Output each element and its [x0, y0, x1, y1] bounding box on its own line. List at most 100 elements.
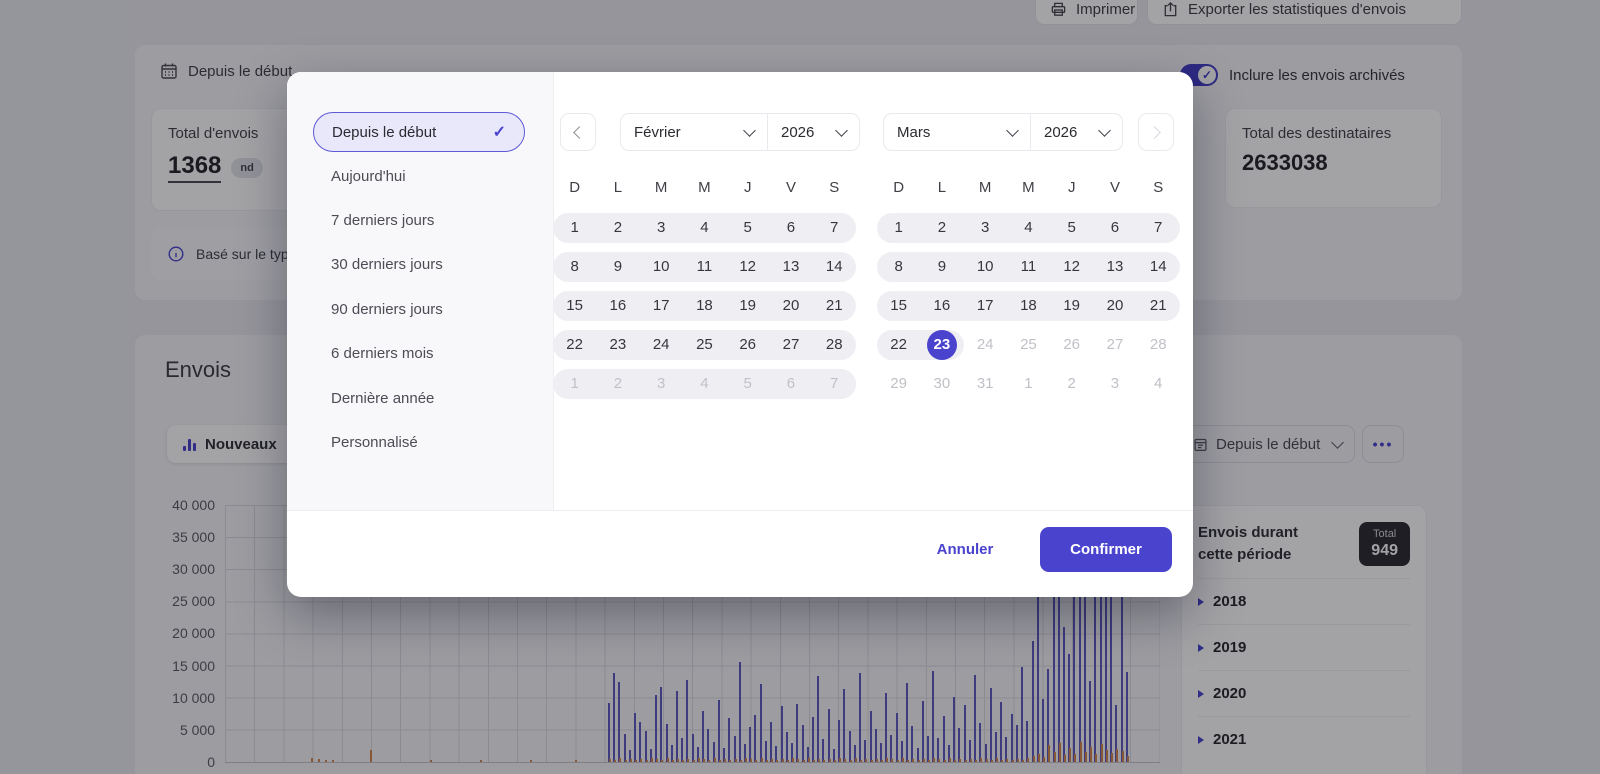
preset-7-derniers-jours[interactable]: 7 derniers jours	[331, 212, 434, 229]
day-cell[interactable]: 2	[1050, 369, 1093, 399]
day-cell[interactable]: 16	[596, 291, 639, 321]
day-cell[interactable]: 3	[640, 369, 683, 399]
day-cell[interactable]: 3	[1093, 369, 1136, 399]
chevron-left-icon	[573, 126, 586, 139]
day-cell[interactable]: 2	[596, 369, 639, 399]
day-cell[interactable]: 26	[726, 330, 769, 360]
day-cell[interactable]: 11	[1007, 252, 1050, 282]
day-cell[interactable]: 4	[1137, 369, 1180, 399]
preset-personnalis[interactable]: Personnalisé	[331, 434, 418, 451]
day-cell[interactable]: 26	[1050, 330, 1093, 360]
day-cell[interactable]: 22	[877, 330, 920, 360]
day-selected[interactable]: 23	[920, 330, 963, 360]
year-select-0[interactable]: 2026	[768, 114, 859, 150]
day-cell[interactable]: 27	[769, 330, 812, 360]
day-cell[interactable]: 28	[1137, 330, 1180, 360]
preset-derni-re-ann-e[interactable]: Dernière année	[331, 390, 434, 407]
day-cell[interactable]: 1	[553, 369, 596, 399]
day-cell[interactable]: 30	[920, 369, 963, 399]
day-header: V	[769, 173, 812, 203]
day-cell[interactable]: 21	[813, 291, 856, 321]
day-cell[interactable]: 20	[769, 291, 812, 321]
day-cell[interactable]: 7	[813, 213, 856, 243]
prev-month-button[interactable]	[560, 113, 596, 151]
day-cell[interactable]: 20	[1093, 291, 1136, 321]
day-cell[interactable]: 13	[769, 252, 812, 282]
day-cell[interactable]: 2	[920, 213, 963, 243]
day-cell[interactable]: 6	[1093, 213, 1136, 243]
day-header: V	[1093, 173, 1136, 203]
day-cell[interactable]: 14	[1137, 252, 1180, 282]
day-cell[interactable]: 11	[683, 252, 726, 282]
day-cell[interactable]: 9	[920, 252, 963, 282]
day-cell[interactable]: 21	[1137, 291, 1180, 321]
day-cell[interactable]: 13	[1093, 252, 1136, 282]
day-header: L	[920, 173, 963, 203]
day-cell[interactable]: 19	[726, 291, 769, 321]
day-cell[interactable]: 6	[769, 369, 812, 399]
day-cell[interactable]: 24	[964, 330, 1007, 360]
day-cell[interactable]: 8	[553, 252, 596, 282]
day-cell[interactable]: 3	[964, 213, 1007, 243]
day-cell[interactable]: 12	[726, 252, 769, 282]
preset-30-derniers-jours[interactable]: 30 derniers jours	[331, 256, 443, 273]
day-header: M	[1007, 173, 1050, 203]
day-cell[interactable]: 12	[1050, 252, 1093, 282]
month-select-1[interactable]: Mars	[884, 114, 1031, 150]
day-cell[interactable]: 1	[1007, 369, 1050, 399]
day-cell[interactable]: 18	[1007, 291, 1050, 321]
day-cell[interactable]: 17	[640, 291, 683, 321]
day-cell[interactable]: 7	[1137, 213, 1180, 243]
day-cell[interactable]: 25	[683, 330, 726, 360]
day-cell[interactable]: 18	[683, 291, 726, 321]
day-cell[interactable]: 17	[964, 291, 1007, 321]
day-header: D	[553, 173, 596, 203]
day-cell[interactable]: 29	[877, 369, 920, 399]
day-cell[interactable]: 7	[813, 369, 856, 399]
day-header: J	[726, 173, 769, 203]
day-cell[interactable]: 5	[1050, 213, 1093, 243]
preset-6-derniers-mois[interactable]: 6 derniers mois	[331, 345, 434, 362]
calendar-week-row: 15161718192021	[553, 291, 856, 321]
preset-label: Depuis le début	[332, 124, 436, 141]
day-header: D	[877, 173, 920, 203]
modal-footer-divider	[287, 510, 1193, 511]
day-cell[interactable]: 10	[964, 252, 1007, 282]
page: Imprimer Exporter les statistiques d'env…	[0, 0, 1600, 774]
day-cell[interactable]: 24	[640, 330, 683, 360]
day-cell[interactable]: 25	[1007, 330, 1050, 360]
confirm-button[interactable]: Confirmer	[1040, 527, 1172, 572]
day-cell[interactable]: 4	[683, 369, 726, 399]
day-cell[interactable]: 2	[596, 213, 639, 243]
day-cell[interactable]: 15	[553, 291, 596, 321]
preset-depuis-le-d-but-selected[interactable]: Depuis le début✓	[313, 112, 525, 152]
day-cell[interactable]: 16	[920, 291, 963, 321]
day-cell[interactable]: 4	[1007, 213, 1050, 243]
day-cell[interactable]: 31	[964, 369, 1007, 399]
day-cell[interactable]: 6	[769, 213, 812, 243]
day-cell[interactable]: 14	[813, 252, 856, 282]
day-cell[interactable]: 23	[596, 330, 639, 360]
day-cell[interactable]: 9	[596, 252, 639, 282]
preset-90-derniers-jours[interactable]: 90 derniers jours	[331, 301, 443, 318]
day-cell[interactable]: 4	[683, 213, 726, 243]
day-cell[interactable]: 5	[726, 369, 769, 399]
day-cell[interactable]: 1	[877, 213, 920, 243]
modal-sidebar: Depuis le début✓ Aujourd'hui 7 derniers jo…	[287, 72, 554, 510]
day-cell[interactable]: 1	[553, 213, 596, 243]
day-cell[interactable]: 27	[1093, 330, 1136, 360]
day-cell[interactable]: 28	[813, 330, 856, 360]
cancel-button[interactable]: Annuler	[915, 534, 1015, 566]
preset-aujourd-hui[interactable]: Aujourd'hui	[331, 168, 406, 185]
day-cell[interactable]: 22	[553, 330, 596, 360]
month-select-0[interactable]: Février	[621, 114, 768, 150]
year-select-1[interactable]: 2026	[1031, 114, 1122, 150]
calendar-1: DLMMJVS123456789101112131415161718192021…	[877, 173, 1180, 408]
day-cell[interactable]: 3	[640, 213, 683, 243]
day-cell[interactable]: 19	[1050, 291, 1093, 321]
day-cell[interactable]: 5	[726, 213, 769, 243]
day-cell[interactable]: 10	[640, 252, 683, 282]
calendar-week-row: 2930311234	[877, 369, 1180, 399]
day-cell[interactable]: 15	[877, 291, 920, 321]
day-cell[interactable]: 8	[877, 252, 920, 282]
